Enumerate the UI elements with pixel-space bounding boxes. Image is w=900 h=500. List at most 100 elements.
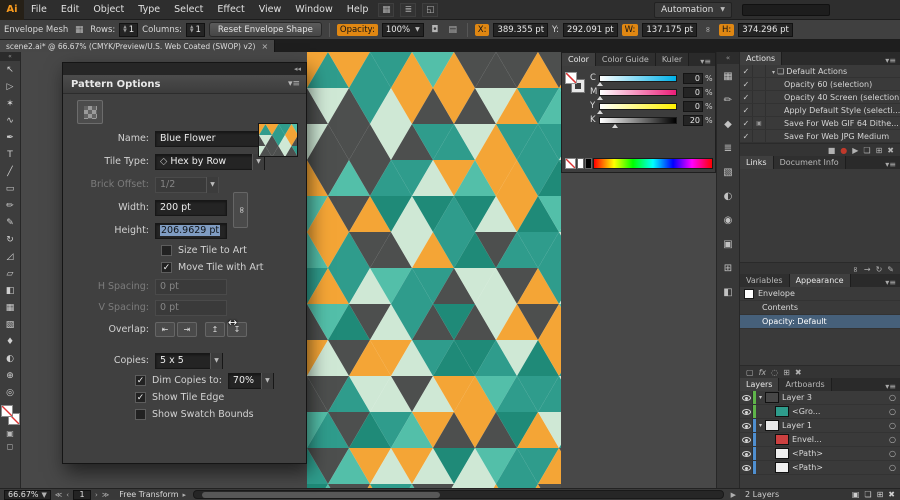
action-enable-checkbox[interactable]: ✓	[740, 104, 753, 116]
close-icon[interactable]: ×	[261, 42, 268, 51]
tab-appearance[interactable]: Appearance	[789, 274, 851, 287]
show-tile-edge-checkbox[interactable]: ✓	[135, 392, 146, 403]
slider-marker[interactable]	[597, 109, 603, 114]
opacity-input[interactable]: 100% ▼	[381, 22, 424, 37]
action-enable-checkbox[interactable]: ✓	[740, 91, 753, 103]
layer-row[interactable]: <Path> ○	[740, 461, 900, 475]
appearance-panel-icon[interactable]: ◉	[717, 208, 739, 232]
target-icon[interactable]: ○	[889, 435, 896, 444]
target-icon[interactable]: ○	[889, 393, 896, 402]
tab-document-info[interactable]: Document Info	[773, 156, 846, 169]
white-swatch[interactable]	[577, 157, 584, 169]
panel-drag-bar[interactable]: ◂◂	[63, 63, 306, 75]
scroll-right-icon[interactable]: ▶	[731, 491, 736, 499]
free-transform-tool[interactable]: ▱	[0, 265, 20, 282]
channel-slider[interactable]	[599, 116, 677, 128]
panel-menu-icon[interactable]: ▾≡	[288, 79, 306, 89]
action-row[interactable]: ✓ Opacity 60 (selection)	[740, 78, 900, 91]
graphic-styles-panel-icon[interactable]: ▣	[717, 232, 739, 256]
delete-icon[interactable]: ✖	[795, 368, 802, 377]
layer-row[interactable]: ▾ Layer 1 ○	[740, 419, 900, 433]
menu-window[interactable]: Window	[288, 0, 339, 20]
stepper-icon[interactable]: ▲ ▼	[190, 25, 193, 34]
tab-artboards[interactable]: Artboards	[779, 378, 832, 391]
appearance-row[interactable]: Contents	[740, 301, 900, 315]
expander-icon[interactable]: ▾	[770, 69, 777, 76]
modal-toggle[interactable]	[753, 78, 766, 90]
pattern-tile-tool-button[interactable]	[77, 100, 103, 124]
layer-row[interactable]: ▾ Layer 3 ○	[740, 391, 900, 405]
pathfinder-panel-icon[interactable]: ◧	[717, 280, 739, 304]
hand-tool[interactable]: ⊕	[0, 367, 20, 384]
action-row[interactable]: ✓ ▣ Save For Web GIF 64 Dithe...	[740, 117, 900, 130]
status-menu-icon[interactable]: ▸	[183, 491, 187, 499]
blend-tool[interactable]: ◐	[0, 350, 20, 367]
panel-menu-icon[interactable]: ▾≡	[700, 57, 715, 66]
slider-marker[interactable]	[597, 81, 603, 86]
line-segment-tool[interactable]: ╱	[0, 163, 20, 180]
duplicate-item-icon[interactable]: ⊞	[783, 368, 790, 377]
type-tool[interactable]: T	[0, 146, 20, 163]
h-input[interactable]: 374.296 pt	[738, 22, 793, 37]
tab-links[interactable]: Links	[740, 156, 774, 169]
show-swatch-bounds-checkbox[interactable]	[135, 409, 146, 420]
overlap-top-front-button[interactable]: ↥	[205, 322, 225, 337]
direct-selection-tool[interactable]: ▷	[0, 78, 20, 95]
appearance-row[interactable]: Opacity: Default	[740, 315, 900, 329]
channel-value-input[interactable]: 0	[683, 100, 703, 112]
link-dimensions-icon[interactable]: ∞	[703, 23, 712, 37]
record-icon[interactable]: ●	[840, 146, 847, 155]
collapse-icon[interactable]: «	[0, 52, 20, 61]
size-tile-checkbox[interactable]	[161, 245, 172, 256]
layer-row[interactable]: <Gro... ○	[740, 405, 900, 419]
last-artboard-icon[interactable]: ≫	[102, 491, 109, 499]
zoom-control[interactable]: 66.67% ▼	[4, 489, 51, 500]
clear-appearance-icon[interactable]: ◌	[771, 368, 778, 377]
black-swatch[interactable]	[585, 157, 592, 169]
screen-mode-icon[interactable]: ◱	[422, 2, 439, 17]
make-clip-mask-icon[interactable]: ▣	[852, 490, 860, 499]
expander-icon[interactable]: ▾	[756, 422, 765, 429]
rotate-tool[interactable]: ↻	[0, 231, 20, 248]
action-enable-checkbox[interactable]: ✓	[740, 117, 753, 129]
height-input[interactable]: 206.9629 pt	[155, 222, 227, 239]
tab-color-guide[interactable]: Color Guide	[595, 53, 656, 66]
action-row[interactable]: ✓ Save For Web JPG Medium	[740, 130, 900, 143]
menu-type[interactable]: Type	[131, 0, 167, 20]
eyedropper-tool[interactable]: ♦	[0, 333, 20, 350]
target-icon[interactable]: ○	[889, 449, 896, 458]
action-enable-checkbox[interactable]: ✓	[740, 65, 753, 77]
visibility-toggle[interactable]	[740, 433, 753, 446]
stroke-panel-icon[interactable]: ≣	[717, 136, 739, 160]
transparency-panel-icon[interactable]: ◐	[717, 184, 739, 208]
horizontal-scrollbar[interactable]	[193, 490, 724, 499]
action-enable-checkbox[interactable]: ✓	[740, 78, 753, 90]
link-width-height-button[interactable]: ∞	[233, 192, 248, 228]
magic-wand-tool[interactable]: ✶	[0, 95, 20, 112]
stepper-icon[interactable]: ▲ ▼	[123, 25, 126, 34]
none-swatch[interactable]	[565, 157, 576, 169]
fill-color-swatch[interactable]	[565, 72, 577, 84]
menu-help[interactable]: Help	[340, 0, 376, 20]
width-input[interactable]: 200 pt	[155, 199, 227, 216]
menu-view[interactable]: View	[252, 0, 289, 20]
w-input[interactable]: 137.175 pt	[642, 22, 697, 37]
previous-artboard-icon[interactable]: ‹	[66, 491, 69, 499]
menu-select[interactable]: Select	[167, 0, 210, 20]
channel-slider[interactable]	[597, 102, 677, 114]
play-icon[interactable]: ▶	[852, 146, 858, 155]
search-input[interactable]	[742, 3, 830, 16]
target-icon[interactable]: ○	[889, 421, 896, 430]
workspace-switcher[interactable]: Automation ▼	[653, 1, 732, 18]
target-icon[interactable]: ○	[889, 463, 896, 472]
x-input[interactable]: 389.355 pt	[493, 22, 549, 37]
expander-icon[interactable]: ▾	[756, 394, 765, 401]
appearance-row[interactable]: Envelope	[740, 287, 900, 301]
panel-menu-icon[interactable]: ▾≡	[885, 278, 900, 287]
pen-tool[interactable]: ✒	[0, 129, 20, 146]
copies-dropdown[interactable]: 5 x 5 ▼	[155, 352, 223, 369]
artboard-canvas[interactable]	[307, 52, 561, 488]
stop-icon[interactable]: ■	[828, 146, 836, 155]
dim-copies-dropdown[interactable]: 70% ▼	[227, 372, 274, 389]
lasso-tool[interactable]: ∿	[0, 112, 20, 129]
